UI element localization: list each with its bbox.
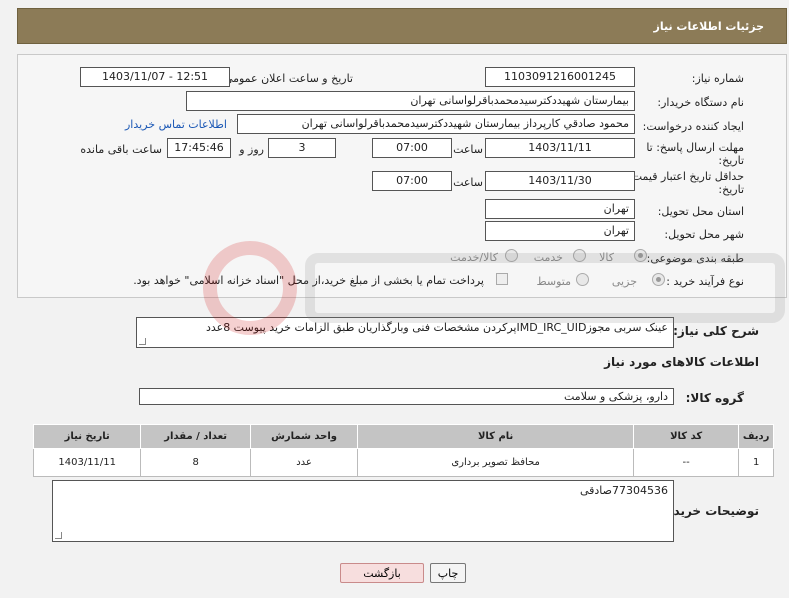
cell-unit: عدد <box>249 448 359 477</box>
price-validity-label-2: تاریخ: <box>718 183 744 196</box>
send-time-field: 07:00 <box>372 138 452 158</box>
goods-group-label: گروه کالا: <box>685 391 744 405</box>
days-and-label: روز و <box>239 143 264 156</box>
need-number-label: شماره نیاز: <box>691 72 744 85</box>
category-option-goods-service: کالا/خدمت <box>450 251 498 264</box>
send-deadline-label-2: تاریخ: <box>718 154 744 167</box>
send-date-field: 1403/11/11 <box>485 138 635 158</box>
cell-row-number: 1 <box>738 448 774 477</box>
goods-info-title: اطلاعات کالاهای مورد نیاز <box>604 355 759 369</box>
buyer-org-label: نام دستگاه خریدار: <box>657 96 744 109</box>
buyer-notes-textarea[interactable]: 77304536صادقی <box>52 480 674 542</box>
category-radio-goods[interactable] <box>634 249 647 262</box>
col-header-row-number: ردیف <box>738 424 774 449</box>
city-label: شهر محل تحویل: <box>664 228 744 241</box>
print-button[interactable]: چاپ <box>430 563 466 583</box>
category-option-goods: کالا <box>599 251 614 264</box>
announce-datetime-label: تاریخ و ساعت اعلان عمومی: <box>220 72 353 85</box>
page-title: جزئیات اطلاعات نیاز <box>653 20 765 33</box>
remaining-time-field: 17:45:46 <box>167 138 231 158</box>
purchase-option-minor: جزیی <box>611 275 637 288</box>
category-option-service: خدمت <box>533 251 563 264</box>
need-number-field: 1103091216001245 <box>485 67 635 87</box>
category-radio-goods-service[interactable] <box>505 249 518 262</box>
price-validity-label: حداقل تاریخ اعتبار قیمت: تا <box>618 170 744 183</box>
purchase-type-label: نوع فرآیند خرید : <box>666 275 744 288</box>
province-field: تهران <box>485 199 635 219</box>
city-field: تهران <box>485 221 635 241</box>
cell-goods-name: محافظ تصویر برداری <box>357 448 635 477</box>
requester-field: محمود صادقي کارپرداز بیمارستان شهیددکترس… <box>237 114 635 134</box>
goods-table: ردیف کد کالا نام کالا واحد شمارش تعداد /… <box>32 424 774 477</box>
purchase-radio-minor[interactable] <box>652 273 665 286</box>
buyer-org-field: بیمارستان شهیددکترسیدمحمدباقرلواسانی تهر… <box>186 91 635 111</box>
hours-left-label: ساعت باقی مانده <box>80 143 162 156</box>
back-button[interactable]: بازگشت <box>340 563 424 583</box>
goods-group-field: دارو، پزشکی و سلامت <box>139 388 674 405</box>
days-remaining-field: 3 <box>268 138 336 158</box>
buyer-contact-link[interactable]: اطلاعات تماس خریدار <box>125 118 227 131</box>
purchase-radio-medium[interactable] <box>576 273 589 286</box>
need-desc-label: شرح کلی نیاز: <box>673 324 759 338</box>
send-deadline-label: مهلت ارسال پاسخ: تا <box>646 141 744 154</box>
col-header-quantity: تعداد / مقدار <box>140 424 251 449</box>
validity-date-field: 1403/11/30 <box>485 171 635 191</box>
resize-handle-icon[interactable] <box>55 532 62 539</box>
col-header-goods-code: کد کالا <box>633 424 740 449</box>
cell-quantity: 8 <box>140 448 251 477</box>
col-header-need-date: تاریخ نیاز <box>32 424 142 449</box>
cell-need-date: 1403/11/11 <box>32 448 142 477</box>
province-label: استان محل تحویل: <box>657 205 744 218</box>
requester-label: ایجاد کننده درخواست: <box>642 120 744 133</box>
page-header: جزئیات اطلاعات نیاز <box>17 8 787 44</box>
treasury-payment-note: پرداخت تمام یا بخشی از مبلغ خرید،از محل … <box>133 274 484 287</box>
need-desc-textarea[interactable]: عینک سربی مجوزIMD_IRC_UIDپرکردن مشخصات ف… <box>136 317 674 348</box>
col-header-goods-name: نام کالا <box>357 424 635 449</box>
announce-datetime-field: 1403/11/07 - 12:51 <box>80 67 230 87</box>
send-time-label: ساعت <box>453 143 483 156</box>
treasury-payment-checkbox[interactable] <box>496 273 508 285</box>
category-radio-service[interactable] <box>573 249 586 262</box>
table-row: 1 -- محافظ تصویر برداری عدد 8 1403/11/11 <box>32 448 774 477</box>
buyer-notes-text: 77304536صادقی <box>579 484 668 497</box>
validity-time-label: ساعت <box>453 176 483 189</box>
validity-time-field: 07:00 <box>372 171 452 191</box>
need-desc-text: عینک سربی مجوزIMD_IRC_UIDپرکردن مشخصات ف… <box>205 321 668 334</box>
col-header-unit: واحد شمارش <box>249 424 359 449</box>
purchase-option-medium: متوسط <box>536 275 571 288</box>
table-header-row: ردیف کد کالا نام کالا واحد شمارش تعداد /… <box>32 424 774 449</box>
category-label: طبقه بندی موضوعی: <box>646 252 744 265</box>
cell-goods-code: -- <box>633 448 740 477</box>
resize-handle-icon[interactable] <box>139 338 146 345</box>
